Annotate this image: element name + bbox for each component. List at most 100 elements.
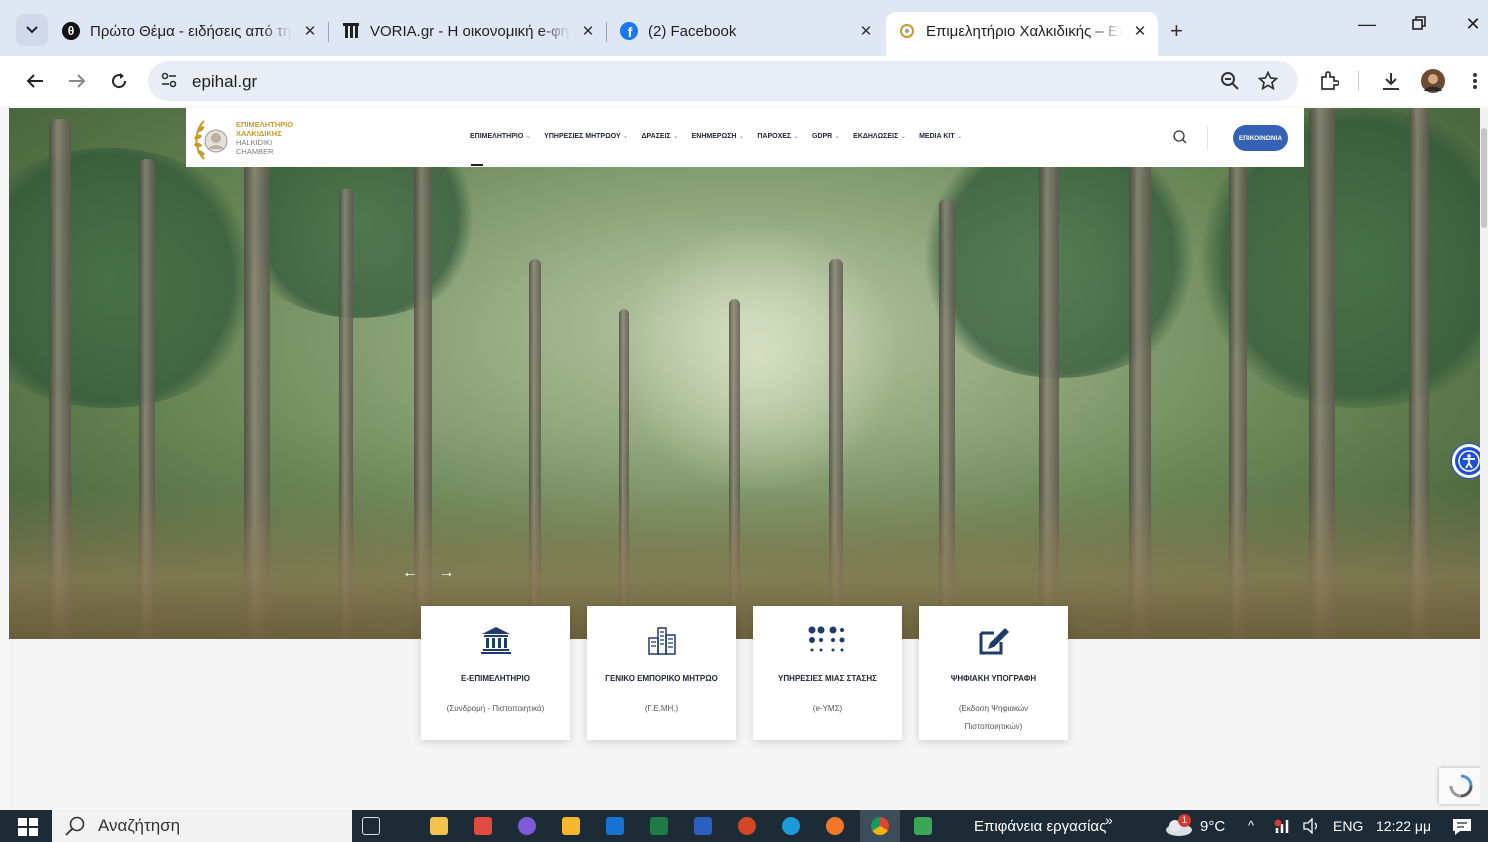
- anydesk-icon[interactable]: [474, 817, 492, 835]
- menu-item-benefits[interactable]: ΠΑΡΟΧΕΣ ⌄: [757, 132, 799, 140]
- menu-button[interactable]: [1462, 68, 1488, 94]
- chrome-icon[interactable]: [871, 817, 889, 835]
- network-icon[interactable]: [1274, 818, 1292, 834]
- accessibility-icon: [1458, 450, 1480, 472]
- downloads-button[interactable]: [1378, 68, 1404, 94]
- close-icon[interactable]: ✕: [300, 21, 320, 41]
- zoom-icon[interactable]: [1220, 71, 1240, 96]
- contact-button[interactable]: ΕΠΙΚΟΙΝΩΝΙΑ: [1233, 125, 1288, 151]
- site-info-icon[interactable]: [160, 71, 178, 94]
- menu-item-actions[interactable]: ΔΡΑΣΕΙΣ ⌄: [642, 132, 679, 140]
- tab-protothema[interactable]: θ Πρώτο Θέμα - ειδήσεις από τη ✕: [62, 12, 320, 50]
- word-icon[interactable]: [694, 817, 712, 835]
- extensions-button[interactable]: [1316, 68, 1342, 94]
- menu-item-events[interactable]: ΕΚΔΗΛΩΣΕΙΣ ⌄: [853, 132, 906, 140]
- close-icon[interactable]: ✕: [856, 21, 876, 41]
- chevron-down-icon: ⌄: [738, 133, 745, 140]
- taskbar-search[interactable]: Αναζήτηση: [52, 810, 352, 842]
- browser-toolbar: epihal.gr: [0, 56, 1488, 106]
- chat-icon[interactable]: [914, 817, 932, 835]
- excel-icon[interactable]: [650, 817, 668, 835]
- close-icon[interactable]: ✕: [1130, 21, 1150, 41]
- powerpoint-icon[interactable]: [738, 817, 756, 835]
- slider-next-button[interactable]: →: [438, 564, 462, 581]
- service-card-gemi[interactable]: ΓΕΝΙΚΟ ΕΜΠΟΡΙΚΟ ΜΗΤΡΩΟ (Γ.Ε.ΜΗ.): [587, 606, 736, 740]
- menu-item-news[interactable]: ΕΝΗΜΕΡΩΣΗ ⌄: [692, 132, 745, 140]
- tab-search-button[interactable]: [16, 14, 48, 46]
- weather-temperature[interactable]: 9°C: [1200, 818, 1225, 835]
- tab-title: Επιμελητήριο Χαλκιδικής – Επι: [926, 22, 1122, 40]
- site-logo[interactable]: ΕΠΙΜΕΛΗΤΗΡΙΟ ΧΑΛΚΙΔΙΚΗΣ HALKIDIKI CHAMBE…: [192, 114, 304, 162]
- slider-prev-button[interactable]: ←: [402, 564, 426, 581]
- windows-taskbar: Αναζήτηση Επιφάνεια εργασίας » 1 9°C ^ E…: [0, 810, 1488, 842]
- chevron-down-icon: ⌄: [622, 133, 629, 140]
- store-icon[interactable]: [430, 817, 448, 835]
- search-icon: [65, 816, 85, 836]
- tab-epihal[interactable]: Επιμελητήριο Χαλκιδικής – Επι ✕: [886, 12, 1158, 56]
- forward-button[interactable]: [64, 68, 90, 94]
- page-scrollbar[interactable]: [1480, 108, 1488, 808]
- tab-title: (2) Facebook: [648, 22, 737, 40]
- reload-icon: [112, 73, 127, 89]
- back-button[interactable]: [22, 68, 48, 94]
- slider-arrows: ← →: [402, 564, 462, 582]
- clock[interactable]: 12:22 μμ: [1376, 818, 1431, 834]
- menu-item-registry-services[interactable]: ΥΠΗΡΕΣΙΕΣ ΜΗΤΡΩΟΥ ⌄: [544, 132, 628, 140]
- recaptcha-badge[interactable]: [1439, 768, 1480, 804]
- close-icon[interactable]: ✕: [578, 21, 598, 41]
- address-bar[interactable]: epihal.gr: [148, 61, 1298, 101]
- browser-tab-strip: θ Πρώτο Θέμα - ειδήσεις από τη ✕ VORIA.g…: [0, 0, 1488, 56]
- reload-button[interactable]: [106, 68, 132, 94]
- edit-icon: [919, 626, 1068, 656]
- menu-item-chamber[interactable]: ΕΠΙΜΕΛΗΤΗΡΙΟ ⌄: [470, 132, 531, 140]
- card-title: Ε-ΕΠΙΜΕΛΗΤΗΡΙΟ: [461, 674, 530, 683]
- tray-chevron-up-icon[interactable]: ^: [1248, 818, 1254, 833]
- menu-item-media-kit[interactable]: MEDIA KIT ⌄: [919, 132, 962, 140]
- bank-icon: [421, 626, 570, 654]
- language-indicator[interactable]: ENG: [1333, 818, 1363, 834]
- edge-icon[interactable]: [782, 817, 800, 835]
- tab-voria[interactable]: VORIA.gr - Η οικονομική e-φημ ✕: [342, 12, 598, 50]
- task-view-icon[interactable]: [362, 817, 380, 835]
- chamber-logo-icon: [194, 120, 228, 160]
- volume-icon[interactable]: [1302, 817, 1320, 839]
- card-subtitle: (e-ΥΜΣ): [812, 704, 843, 713]
- main-menu: ΕΠΙΜΕΛΗΤΗΡΙΟ ⌄ ΥΠΗΡΕΣΙΕΣ ΜΗΤΡΩΟΥ ⌄ ΔΡΑΣΕΙΣ…: [470, 132, 975, 140]
- menu-item-gdpr[interactable]: GDPR ⌄: [812, 132, 840, 140]
- tab-facebook[interactable]: f (2) Facebook ✕: [620, 12, 876, 50]
- windows-start-icon[interactable]: [18, 818, 38, 841]
- card-subtitle: (Συνδρομή - Πιστοποιητικά): [446, 704, 545, 713]
- chevron-down-icon: ⌄: [672, 133, 679, 140]
- service-card-digital-signature[interactable]: ΨΗΦΙΑΚΗ ΥΠΟΓΡΑΦΗ (Εκδοση Ψηφιακών Πιστοπ…: [919, 606, 1068, 740]
- chevron-down-icon: ⌄: [956, 133, 963, 140]
- chevron-down-icon: ⌄: [834, 133, 841, 140]
- file-explorer-icon[interactable]: [562, 817, 580, 835]
- notifications-icon[interactable]: [1452, 818, 1472, 841]
- desktop-toolbar-label[interactable]: Επιφάνεια εργασίας: [974, 818, 1106, 835]
- card-title: ΨΗΦΙΑΚΗ ΥΠΟΓΡΑΦΗ: [950, 674, 1037, 683]
- chevron-down-icon: ⌄: [793, 133, 799, 140]
- firefox-icon[interactable]: [826, 817, 844, 835]
- chevron-down-icon: [26, 26, 38, 34]
- chevron-down-icon: ⌄: [525, 133, 532, 140]
- recaptcha-icon: [1449, 774, 1473, 798]
- outlook-icon[interactable]: [606, 817, 624, 835]
- toolbar-overflow-chevron[interactable]: »: [1105, 812, 1113, 828]
- service-card-e-chamber[interactable]: Ε-ΕΠΙΜΕΛΗΤΗΡΙΟ (Συνδρομή - Πιστοποιητικά…: [421, 606, 570, 740]
- service-card-one-stop[interactable]: ΥΠΗΡΕΣΙΕΣ ΜΙΑΣ ΣΤΑΣΗΣ (e-ΥΜΣ): [753, 606, 902, 740]
- viber-icon[interactable]: [518, 817, 536, 835]
- epihal-icon: [898, 22, 916, 40]
- search-icon[interactable]: [1173, 130, 1187, 149]
- bookmark-star-icon[interactable]: [1257, 70, 1279, 96]
- tab-title: VORIA.gr - Η οικονομική e-φημ: [370, 22, 570, 40]
- chevron-down-icon: ⌄: [900, 133, 907, 140]
- accessibility-button[interactable]: [1452, 444, 1480, 478]
- puzzle-icon: [1321, 71, 1339, 90]
- profile-avatar[interactable]: [1420, 68, 1446, 94]
- url-text: epihal.gr: [192, 72, 258, 91]
- restore-button[interactable]: [1404, 14, 1434, 35]
- minimize-button[interactable]: —: [1352, 14, 1382, 35]
- new-tab-button[interactable]: +: [1170, 18, 1183, 44]
- close-window-button[interactable]: ✕: [1458, 14, 1488, 35]
- protothema-icon: θ: [62, 22, 80, 40]
